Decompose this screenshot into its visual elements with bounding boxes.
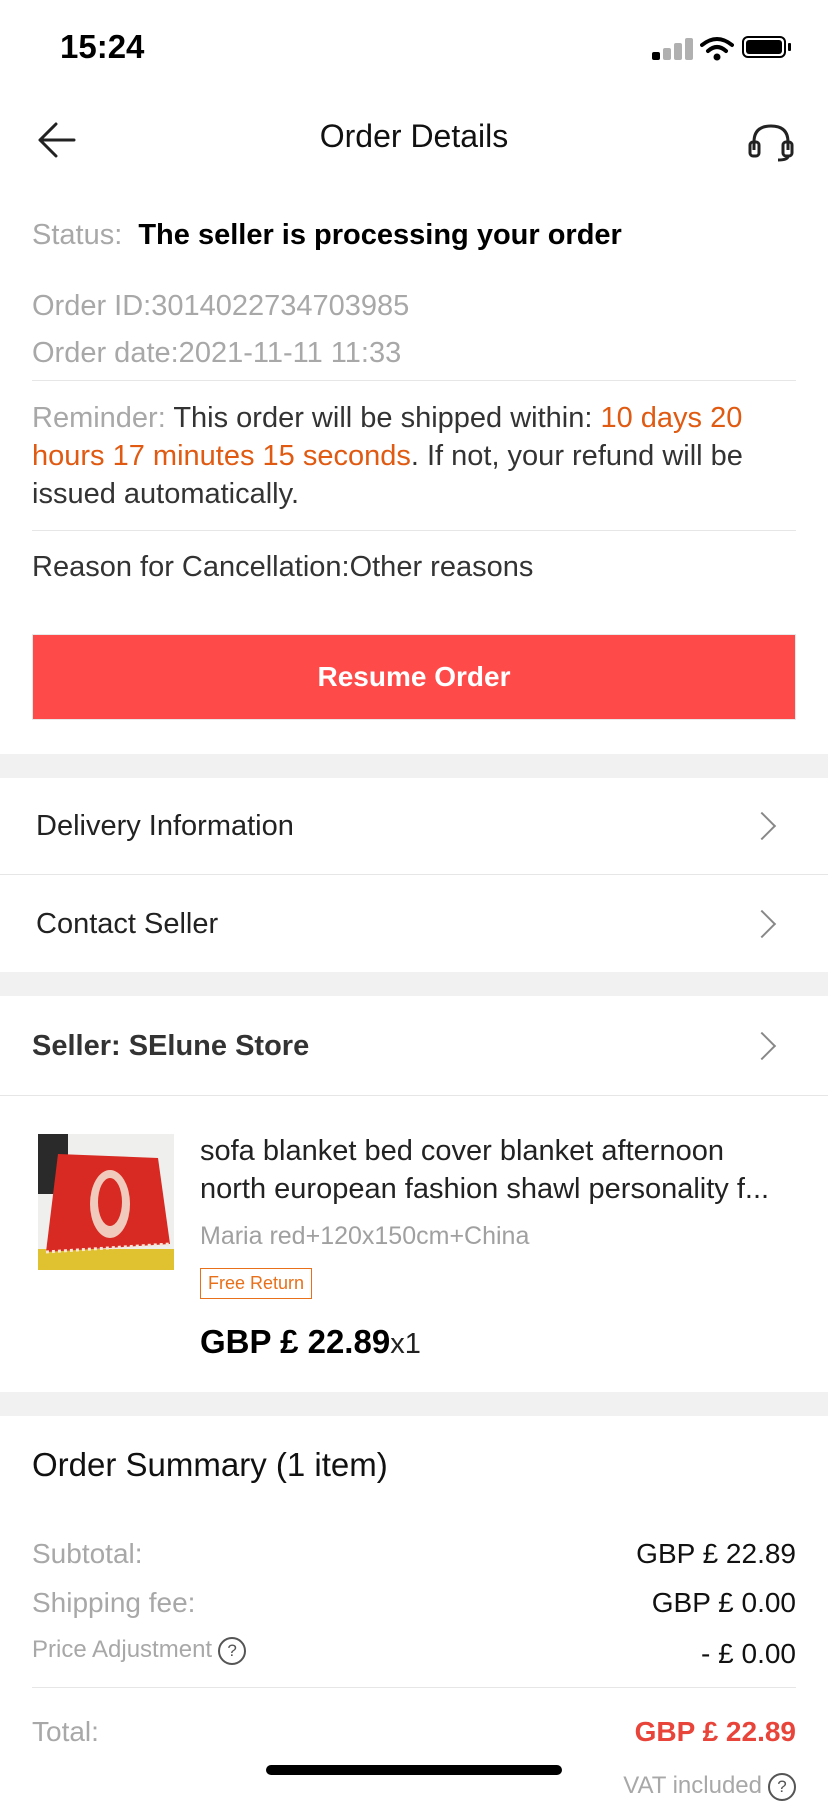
shipping-reminder: Reminder: This order will be shipped wit…	[32, 399, 796, 513]
chevron-right-icon	[747, 1031, 777, 1061]
divider	[32, 1687, 796, 1688]
vat-note: VAT included?	[623, 1772, 796, 1801]
divider	[32, 530, 796, 531]
subtotal-label: Subtotal:	[32, 1538, 143, 1569]
delivery-information-label: Delivery Information	[36, 810, 294, 842]
subtotal-value: GBP £ 22.89	[636, 1538, 796, 1569]
cancel-reason: Reason for Cancellation:Other reasons	[32, 551, 534, 583]
order-summary-title: Order Summary (1 item)	[32, 1446, 388, 1483]
free-return-badge: Free Return	[200, 1268, 313, 1299]
help-circle-icon[interactable]: ?	[768, 1772, 796, 1801]
order-id: Order ID:3014022734703985	[32, 290, 410, 322]
product-title[interactable]: sofa blanket bed cover blanket afternoon…	[200, 1132, 796, 1208]
wifi-icon	[700, 37, 734, 61]
status-value: The seller is processing your order	[138, 219, 622, 251]
delivery-information-row[interactable]: Delivery Information	[0, 778, 828, 874]
resume-order-button[interactable]: Resume Order	[32, 634, 796, 720]
product-price-row: GBP £ 22.89x1	[200, 1323, 421, 1361]
product-image[interactable]	[38, 1134, 174, 1270]
section-gap	[0, 754, 828, 778]
divider	[32, 380, 796, 381]
reminder-label: Reminder:	[32, 402, 166, 434]
total-label: Total:	[32, 1716, 99, 1747]
shipping-fee-label: Shipping fee:	[32, 1587, 196, 1618]
contact-seller-label: Contact Seller	[36, 908, 219, 940]
help-circle-icon[interactable]: ?	[218, 1636, 247, 1665]
signal-icon	[652, 38, 693, 60]
chevron-right-icon	[747, 909, 777, 939]
battery-icon	[742, 36, 792, 60]
product-variant: Maria red+120x150cm+China	[200, 1222, 530, 1250]
status-time: 15:24	[60, 28, 145, 65]
reminder-text: This order will be shipped within:	[173, 402, 593, 434]
seller-name: Seller: SElune Store	[32, 1030, 310, 1062]
price-adjustment-value: - £ 0.00	[701, 1638, 796, 1669]
total-value: GBP £ 22.89	[634, 1716, 796, 1747]
contact-seller-row[interactable]: Contact Seller	[0, 875, 828, 971]
vat-note-text: VAT included	[623, 1772, 762, 1799]
status-label: Status:	[32, 219, 123, 251]
product-price: GBP £ 22.89	[200, 1323, 391, 1360]
order-status: Status: The seller is processing your or…	[32, 216, 622, 254]
price-adjustment-row: Price Adjustment?	[32, 1636, 247, 1665]
section-gap	[0, 1392, 828, 1416]
home-indicator	[266, 1765, 562, 1775]
customer-service-icon[interactable]	[748, 122, 794, 162]
order-date: Order date:2021-11-11 11:33	[32, 337, 402, 369]
divider	[0, 1095, 828, 1096]
shipping-fee-value: GBP £ 0.00	[651, 1587, 796, 1618]
product-quantity: x1	[390, 1328, 421, 1360]
section-gap	[0, 972, 828, 996]
seller-row[interactable]: Seller: SElune Store	[0, 996, 828, 1094]
page-title: Order Details	[319, 118, 509, 154]
price-adjustment-label: Price Adjustment	[32, 1636, 213, 1663]
chevron-right-icon	[747, 811, 777, 841]
